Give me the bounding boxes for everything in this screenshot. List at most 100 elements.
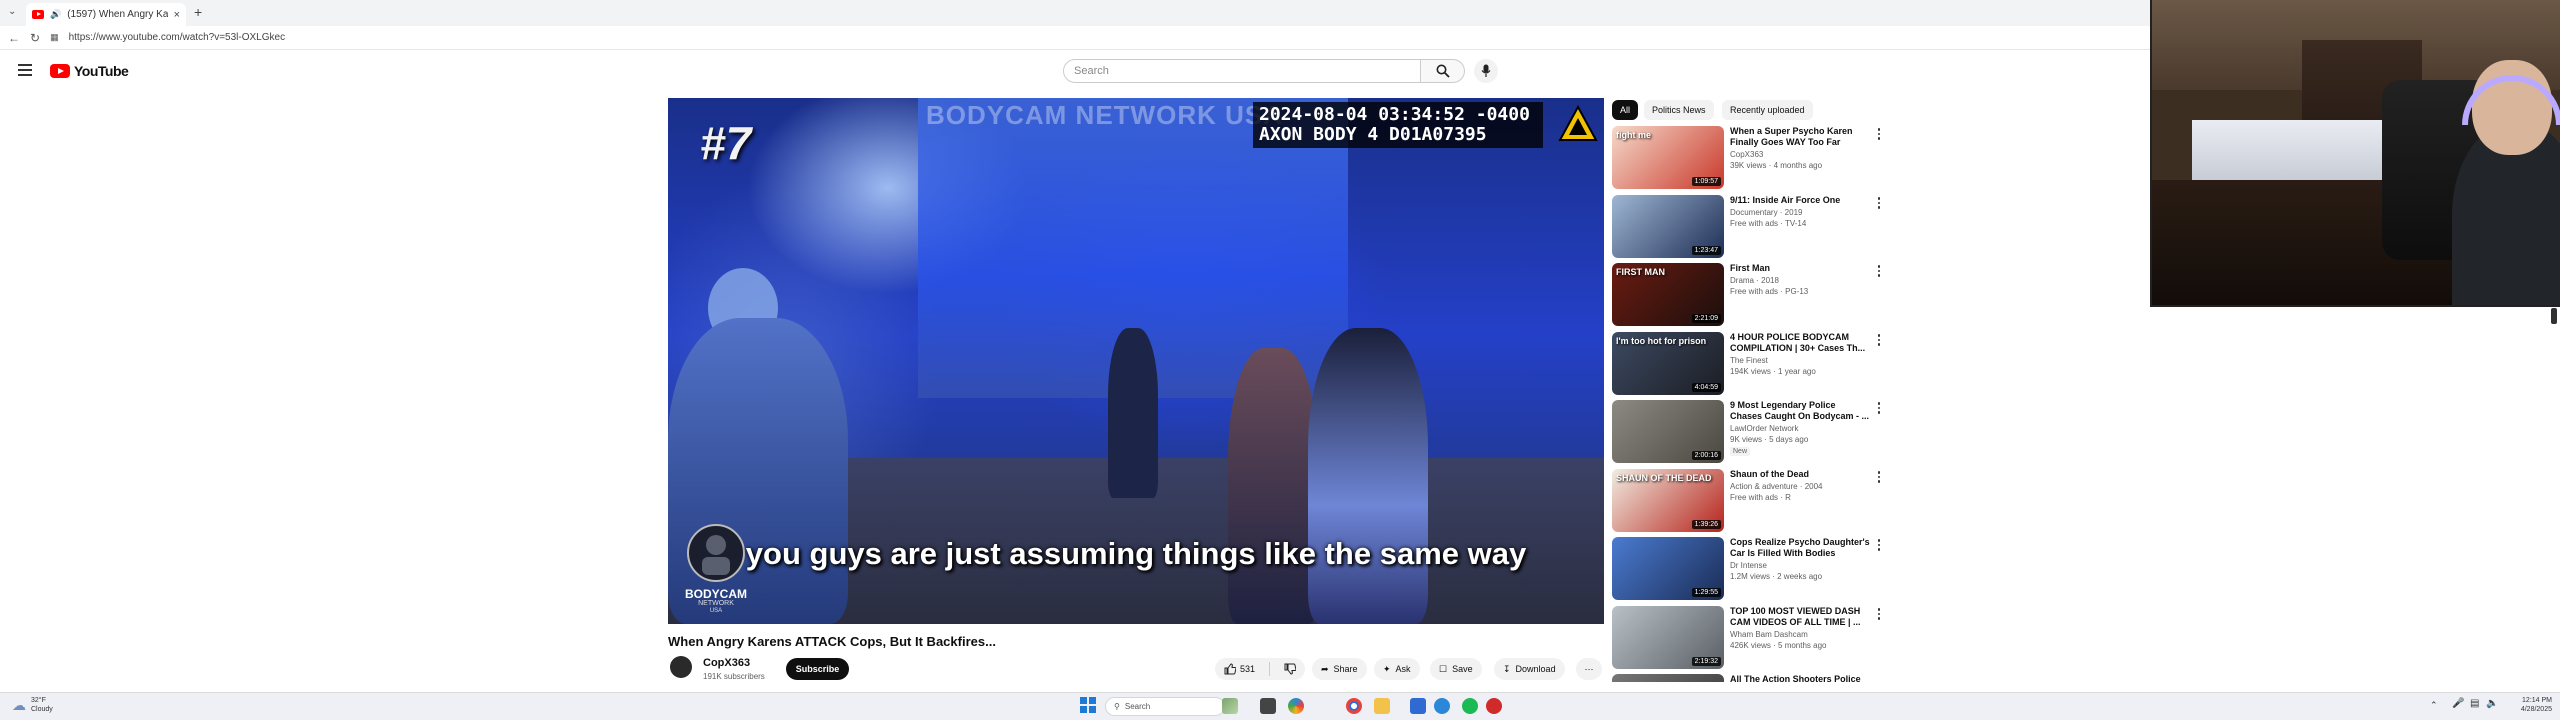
new-tab-button[interactable]: +: [194, 4, 202, 20]
more-vertical-icon[interactable]: [1874, 471, 1884, 485]
hamburger-menu-icon[interactable]: [18, 64, 32, 76]
spotify-icon[interactable]: [1462, 698, 1478, 714]
recommendation-channel[interactable]: The Finest: [1730, 356, 1768, 366]
video-frame-person-center: [1228, 348, 1318, 624]
share-icon: ➦: [1321, 663, 1329, 674]
recommendation-title[interactable]: All The Action Shooters Police ...: [1730, 674, 1870, 682]
share-button[interactable]: ➦ Share: [1312, 658, 1367, 680]
more-vertical-icon[interactable]: [1874, 265, 1884, 279]
recommendation-channel[interactable]: Action & adventure · 2004: [1730, 482, 1823, 492]
recommendation-item[interactable]: 1:23:47 9/11: Inside Air Force One Documen…: [1612, 195, 1892, 259]
chip-recently-uploaded[interactable]: Recently uploaded: [1722, 100, 1813, 120]
recommendation-thumbnail[interactable]: 1:29:55: [1612, 537, 1724, 600]
task-view-icon[interactable]: [1260, 698, 1276, 714]
network-icon[interactable]: ▤: [2470, 698, 2479, 709]
browser-tab[interactable]: 🔊 (1597) When Angry Karens A ×: [26, 3, 186, 26]
copilot-icon[interactable]: [1288, 698, 1304, 714]
recommendation-channel[interactable]: CopX363: [1730, 150, 1763, 160]
more-vertical-icon[interactable]: [1874, 402, 1884, 416]
chip-politics-news[interactable]: Politics News: [1644, 100, 1714, 120]
recommendation-thumbnail[interactable]: fight me 1:09:57: [1612, 126, 1724, 189]
recommendation-thumbnail[interactable]: SHAUN OF THE DEAD 1:39:26: [1612, 469, 1724, 532]
recommendation-item[interactable]: 1:29:55 Cops Realize Psycho Daughter's Ca…: [1612, 537, 1892, 601]
tab-list-chevron-icon[interactable]: ⌄: [8, 6, 16, 17]
save-button[interactable]: ☐ Save: [1430, 658, 1482, 680]
recommendation-title[interactable]: 4 HOUR POLICE BODYCAM COMPILATION | 30+ …: [1730, 332, 1870, 354]
chrome-icon[interactable]: [1346, 698, 1362, 714]
taskbar-search[interactable]: ⚲ Search: [1105, 697, 1225, 716]
recommendation-title[interactable]: Cops Realize Psycho Daughter's Car Is Fi…: [1730, 537, 1870, 559]
recommendation-channel[interactable]: Wham Bam Dashcam: [1730, 630, 1808, 640]
microphone-tray-icon[interactable]: 🎤: [2452, 698, 2464, 709]
more-vertical-icon[interactable]: [1874, 334, 1884, 348]
recommendation-channel[interactable]: LawlOrder Network: [1730, 424, 1798, 434]
file-explorer-icon[interactable]: [1374, 698, 1390, 714]
url-text[interactable]: https://www.youtube.com/watch?v=53l-OXLG…: [69, 32, 286, 43]
more-vertical-icon[interactable]: [1874, 608, 1884, 622]
site-info-icon[interactable]: ▦: [50, 32, 59, 43]
recommendation-thumbnail[interactable]: 1:23:47: [1612, 195, 1724, 258]
browser-tab-strip: ⌄ 🔊 (1597) When Angry Karens A × +: [0, 0, 2150, 26]
weather-widget[interactable]: ☁ 32°F Cloudy: [12, 696, 53, 714]
recommendation-item[interactable]: 2:00:16 9 Most Legendary Police Chases Ca…: [1612, 400, 1892, 464]
badge-line-2: NETWORK: [698, 600, 734, 607]
system-tray-chevron-icon[interactable]: ⌃: [2430, 700, 2438, 711]
volume-icon[interactable]: 🔈: [2486, 698, 2498, 709]
recommendation-channel[interactable]: Dr Intense: [1730, 561, 1767, 571]
recommendation-item[interactable]: FIRST MAN 2:21:09 First Man Drama · 2018 Fre…: [1612, 263, 1892, 327]
recommendation-item[interactable]: All The Action Shooters Police ...: [1612, 674, 1892, 682]
recommendation-thumbnail[interactable]: FIRST MAN 2:21:09: [1612, 263, 1724, 326]
recommendation-title[interactable]: 9 Most Legendary Police Chases Caught On…: [1730, 400, 1870, 422]
more-vertical-icon[interactable]: [1874, 128, 1884, 142]
recommendation-item[interactable]: I'm too hot for prison 4:04:59 4 HOUR POLI…: [1612, 332, 1892, 396]
recommendation-thumbnail[interactable]: 2:19:32: [1612, 606, 1724, 669]
subscribe-button[interactable]: Subscribe: [786, 658, 849, 680]
recommendation-thumbnail[interactable]: [1612, 674, 1724, 682]
reload-icon[interactable]: ↻: [30, 31, 40, 45]
recommendation-title[interactable]: Shaun of the Dead: [1730, 469, 1870, 480]
channel-avatar[interactable]: [670, 656, 692, 678]
chip-all[interactable]: All: [1612, 100, 1639, 120]
search-button[interactable]: [1421, 59, 1465, 83]
recommendation-channel[interactable]: Documentary · 2019: [1730, 208, 1802, 218]
recommendation-thumbnail[interactable]: 2:00:16: [1612, 400, 1724, 463]
back-arrow-icon[interactable]: ←: [8, 31, 20, 45]
recommendation-channel[interactable]: Drama · 2018: [1730, 276, 1779, 286]
video-subtitle: you guys are just assuming things like t…: [745, 536, 1527, 571]
app-icon-red[interactable]: [1486, 698, 1502, 714]
search-input[interactable]: Search: [1063, 59, 1421, 83]
recommendation-title[interactable]: 9/11: Inside Air Force One: [1730, 195, 1870, 206]
start-button[interactable]: [1080, 697, 1096, 713]
bodycam-timestamp: 2024-08-04 03:34:52 -0400 AXON BODY 4 D0…: [1253, 102, 1543, 148]
edge-icon[interactable]: [1434, 698, 1450, 714]
recommendation-stats: 39K views · 4 months ago: [1730, 161, 1823, 170]
page-scrollbar-thumb[interactable]: [2551, 308, 2557, 324]
recommendation-thumbnail[interactable]: I'm too hot for prison 4:04:59: [1612, 332, 1724, 395]
recommendation-stats: 9K views · 5 days ago: [1730, 435, 1809, 444]
taskbar-clock[interactable]: 12:14 PM 4/28/2025: [2504, 696, 2552, 714]
recommendation-item[interactable]: SHAUN OF THE DEAD 1:39:26 Shaun of the Dea…: [1612, 469, 1892, 533]
channel-name[interactable]: CopX363: [703, 657, 750, 669]
more-vertical-icon[interactable]: [1874, 539, 1884, 553]
video-duration: 1:29:55: [1691, 588, 1721, 597]
dislike-button[interactable]: [1275, 658, 1305, 680]
youtube-logo[interactable]: YouTube: [50, 63, 129, 79]
recommendation-title[interactable]: When a Super Psycho Karen Finally Goes W…: [1730, 126, 1870, 148]
tab-close-icon[interactable]: ×: [174, 9, 180, 21]
recommendation-title[interactable]: First Man: [1730, 263, 1870, 274]
ask-button[interactable]: ✦ Ask: [1374, 658, 1420, 680]
more-vertical-icon[interactable]: [1874, 197, 1884, 211]
more-actions-button[interactable]: ⋯: [1576, 658, 1602, 680]
video-player[interactable]: BODYCAM NETWORK USA 2024-08-04 03:34:52 …: [668, 98, 1604, 624]
recommendation-item[interactable]: fight me 1:09:57 When a Super Psycho Karen…: [1612, 126, 1892, 190]
download-button[interactable]: ↧ Download: [1494, 658, 1565, 680]
app-store-icon[interactable]: [1410, 698, 1426, 714]
like-button[interactable]: 531: [1215, 658, 1264, 680]
widgets-icon[interactable]: [1222, 698, 1238, 714]
voice-search-button[interactable]: [1474, 59, 1498, 83]
speaker-icon[interactable]: 🔊: [50, 9, 61, 20]
recommendation-title[interactable]: TOP 100 MOST VIEWED DASH CAM VIDEOS OF A…: [1730, 606, 1870, 628]
thumbs-down-icon: [1284, 663, 1296, 675]
like-dislike-group: 531: [1215, 658, 1305, 680]
recommendation-item[interactable]: 2:19:32 TOP 100 MOST VIEWED DASH CAM VIDE…: [1612, 606, 1892, 670]
